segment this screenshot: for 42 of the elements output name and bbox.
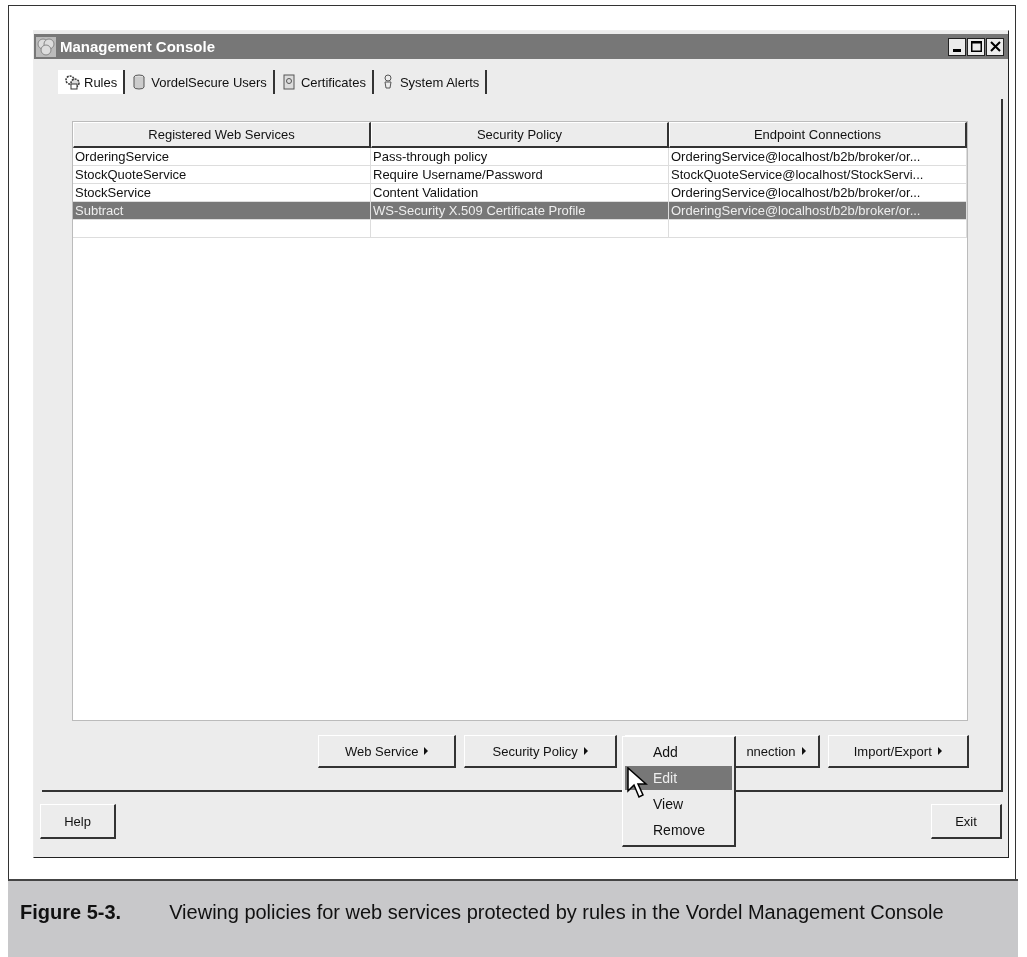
menu-item[interactable]: Add [625,740,732,764]
menu-item[interactable]: Remove [625,818,732,842]
caret-icon [583,747,588,755]
maximize-button[interactable] [967,37,985,56]
table-cell: Pass-through policy [371,148,669,166]
close-icon [989,41,1001,52]
table-cell: OrderingService [73,148,371,166]
column-header[interactable]: Endpoint Connections [669,122,967,148]
gears-icon [64,74,80,90]
menu-button[interactable]: Import/Export [827,735,969,768]
menu-item[interactable]: View [625,792,732,816]
column-header[interactable]: Security Policy [371,122,669,148]
table-cell: StockQuoteService@localhost/StockServi... [669,166,967,184]
cursor-icon [627,767,649,799]
table-cell: StockQuoteService [73,166,371,184]
figure-caption: Viewing policies for web services protected by rules in the Vordel Management Console [169,901,944,925]
tab[interactable]: VordelSecure Users [125,70,275,94]
caret-icon [424,747,429,755]
app-icon [36,36,56,57]
menu-button[interactable]: Security Policy [464,735,617,768]
document-icon [280,74,297,90]
tab[interactable]: Certificates [274,70,374,94]
column-header[interactable]: Registered Web Services [73,122,371,148]
table-cell: Subtract [73,202,371,220]
table-cell: OrderingService@localhost/b2b/broker/or... [669,202,967,220]
table-cell: OrderingService@localhost/b2b/broker/or... [669,148,967,166]
minimize-icon [953,49,961,52]
help-button[interactable]: Help [40,804,116,839]
caret-icon [937,747,942,755]
tab[interactable]: Rules [58,70,126,94]
window-title: Management Console [60,38,217,55]
table-cell: Require Username/Password [371,166,669,184]
table-cell: WS-Security X.509 Certificate Profile [371,202,669,220]
tab[interactable]: System Alerts [373,70,488,94]
minimize-button[interactable] [948,37,966,56]
close-button[interactable] [986,37,1004,56]
figure-number: Figure 5-3. [20,901,122,925]
maximize-icon [970,41,982,52]
menu-button[interactable]: Web Service [318,735,457,768]
cylinder-icon [131,74,148,90]
caret-icon [801,747,806,755]
exit-button[interactable]: Exit [931,804,1002,839]
